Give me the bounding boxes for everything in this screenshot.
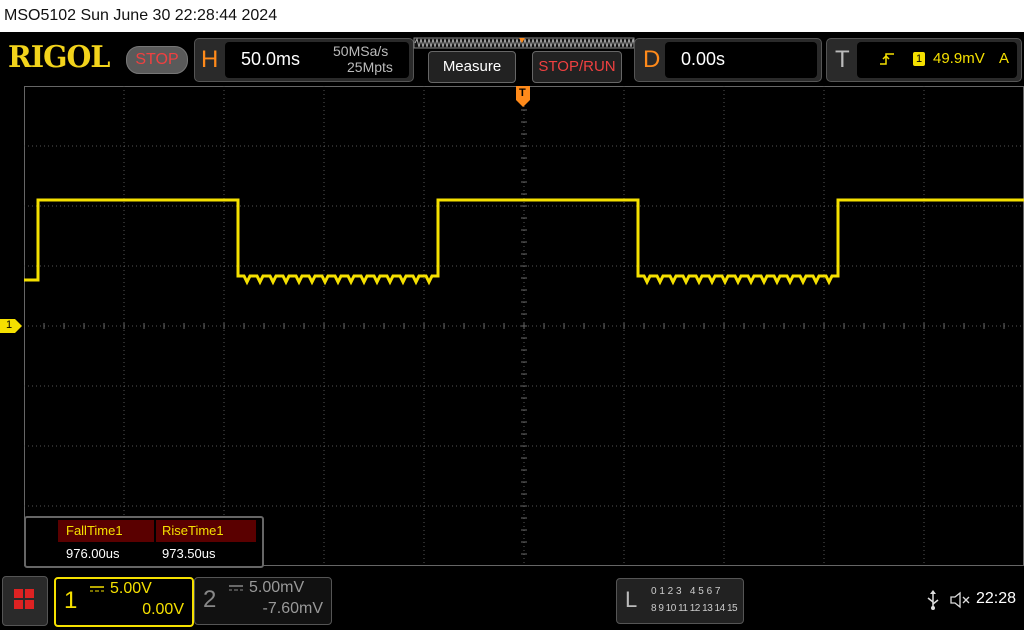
trigger-letter: T (835, 46, 850, 73)
logic-channels-row2: 8 9 10 11 12 13 14 15 (651, 603, 738, 614)
horizontal-letter: H (201, 46, 219, 73)
channel2-offset: -7.60mV (262, 600, 323, 617)
trigger-mode: A (999, 50, 1010, 67)
menu-grid-button[interactable] (2, 576, 48, 626)
channel1-scale: 5.00V (110, 580, 152, 597)
channel1-panel[interactable]: 1 5.00V 0.00V (54, 577, 194, 627)
run-state-badge[interactable]: STOP (126, 46, 188, 74)
channel1-marker-label: 1 (6, 319, 13, 331)
meas-header-rise: RiseTime1 (156, 520, 256, 542)
dc-coupling-icon (229, 585, 243, 591)
muted-speaker-icon[interactable] (950, 591, 970, 609)
logic-analyzer-panel[interactable]: L 0 1 2 3 4 5 6 7 8 9 10 11 12 13 14 15 (616, 578, 744, 624)
memory-position-strip (413, 37, 636, 49)
trigger-position-marker[interactable]: T (516, 86, 530, 108)
measurement-panel[interactable]: FallTime1 RiseTime1 976.00us 973.50us (24, 516, 264, 568)
channel1-number: 1 (64, 587, 78, 614)
meas-value-rise: 973.50us (162, 546, 216, 561)
titlebar: MSO5102 Sun June 30 22:28:44 2024 (0, 0, 1024, 32)
status-clock: 22:28 (976, 590, 1017, 607)
delay-letter: D (643, 46, 661, 73)
waveform-grid (24, 86, 1024, 566)
sample-rate: 50MSa/s (333, 43, 389, 59)
meas-value-fall: 976.00us (66, 546, 120, 561)
trigger-level: 49.9mV (933, 50, 985, 67)
channel2-number: 2 (203, 586, 217, 613)
memory-depth: 25Mpts (347, 59, 393, 75)
channel2-scale: 5.00mV (249, 579, 305, 596)
delay-panel[interactable]: D 0.00s (634, 38, 822, 82)
meas-header-fall: FallTime1 (58, 520, 154, 542)
logic-channels-row1: 0 1 2 3 4 5 6 7 (651, 586, 721, 597)
channel1-offset: 0.00V (142, 601, 184, 618)
dc-coupling-icon (90, 586, 104, 592)
channel1-trace (24, 198, 1024, 286)
titlebar-text: MSO5102 Sun June 30 22:28:44 2024 (4, 7, 278, 24)
channel1-offset-marker[interactable]: 1 (0, 319, 22, 333)
waveform-display[interactable] (24, 86, 1024, 566)
stop-run-button[interactable]: STOP/RUN (532, 51, 622, 83)
delay-value: 0.00s (681, 49, 726, 69)
horizontal-panel[interactable]: H 50.0ms 50MSa/s 25Mpts (194, 38, 414, 82)
logic-letter: L (625, 587, 638, 612)
usb-icon (927, 590, 939, 610)
measure-button[interactable]: Measure (428, 51, 516, 83)
trigger-source-badge: 1 (913, 52, 925, 66)
rising-edge-icon (880, 53, 894, 65)
trigger-marker-label: T (519, 87, 526, 99)
trigger-panel[interactable]: T 1 49.9mV A (826, 38, 1022, 82)
rigol-logo: RIGOL (8, 40, 110, 75)
timebase-value: 50.0ms (241, 49, 301, 69)
channel2-panel[interactable]: 2 5.00mV -7.60mV (194, 577, 332, 625)
